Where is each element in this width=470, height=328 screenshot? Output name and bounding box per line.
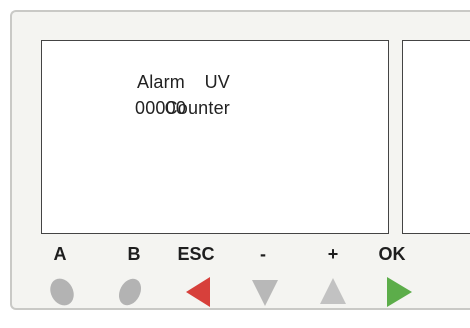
esc-button[interactable]: [183, 275, 213, 309]
arrow-down-icon: [252, 280, 278, 306]
ok-arrow-shape: [387, 277, 412, 307]
display-row2-value: 00000: [135, 98, 187, 118]
minus-arrow-shape: [252, 280, 278, 306]
b-button-shape: [118, 278, 142, 306]
key-label-a: A: [53, 244, 67, 264]
key-label-b: B: [127, 244, 141, 264]
b-button[interactable]: [115, 275, 145, 309]
oval-button-icon: [50, 278, 74, 306]
plus-button[interactable]: [318, 275, 348, 309]
ok-button[interactable]: [384, 275, 414, 309]
display-row1-value: Alarm: [137, 72, 186, 92]
display-row1-label: UV: [204, 72, 230, 92]
key-label-minus: -: [260, 244, 266, 264]
key-label-ok: OK: [378, 244, 406, 264]
oval-button-icon: [118, 278, 142, 306]
esc-arrow-shape: [186, 277, 210, 307]
key-label-esc: ESC: [177, 244, 215, 264]
key-label-plus: +: [327, 244, 339, 264]
a-button[interactable]: [47, 275, 77, 309]
secondary-display: [402, 40, 470, 234]
plus-arrow-shape: [320, 278, 346, 304]
arrow-right-icon: [387, 277, 412, 307]
a-button-shape: [50, 278, 74, 306]
lcd-display: [41, 40, 389, 234]
arrow-up-icon: [320, 278, 346, 304]
minus-button[interactable]: [250, 275, 280, 309]
arrow-left-icon: [186, 277, 210, 307]
